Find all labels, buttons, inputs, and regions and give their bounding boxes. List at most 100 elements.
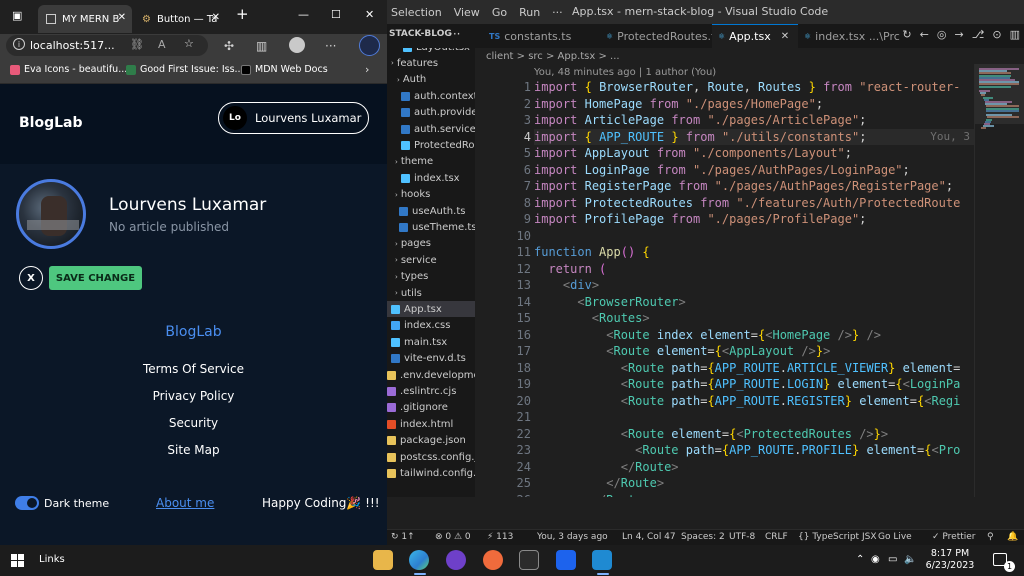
about-me-link[interactable]: About me	[156, 496, 214, 510]
code-line[interactable]: <Route element={<ProtectedRoutes />}>	[534, 426, 974, 443]
footer-link-sitemap[interactable]: Site Map	[0, 443, 387, 457]
code-line[interactable]: import ArticlePage from "./pages/Article…	[534, 112, 974, 129]
minimize-icon[interactable]: —	[298, 8, 309, 21]
footer-brand[interactable]: BlogLab	[0, 324, 387, 340]
new-tab-icon[interactable]: +	[236, 5, 249, 23]
explorer-file[interactable]: .eslintrc.cjs	[387, 383, 475, 399]
code-line[interactable]: </Routes>	[534, 492, 974, 498]
eol-status[interactable]: CRLF	[765, 532, 788, 542]
editor-tab-active[interactable]: ⚛ App.tsx ✕	[712, 24, 798, 48]
explorer-folder[interactable]: › features	[387, 55, 475, 71]
code-line[interactable]: return (	[534, 261, 974, 278]
menu-go[interactable]: Go	[492, 6, 515, 19]
language-mode[interactable]: {} TypeScript JSX	[798, 532, 876, 542]
speaker-icon[interactable]: 🔈	[904, 554, 916, 565]
more-actions-icon[interactable]: ···	[449, 27, 460, 41]
code-editor[interactable]: client > src > App.tsx > ... You, 48 min…	[475, 48, 1024, 497]
codelens-blame[interactable]: You, 48 minutes ago | 1 author (You)	[534, 67, 716, 78]
cursor-position[interactable]: Ln 4, Col 47	[622, 532, 676, 542]
code-line[interactable]: import AppLayout from "./components/Layo…	[534, 145, 974, 162]
profile-avatar[interactable]	[16, 179, 86, 249]
close-tab-icon[interactable]: ✕	[781, 31, 789, 42]
code-line[interactable]: import { APP_ROUTE } from "./utils/const…	[534, 128, 974, 145]
read-aloud-icon[interactable]: A	[158, 38, 166, 51]
code-line[interactable]: <Route path={APP_ROUTE.REGISTER} element…	[534, 393, 974, 410]
go-live-button[interactable]: Go Live	[878, 532, 912, 542]
editor-tab[interactable]: ⚛ index.tsx ...\Prc	[798, 24, 900, 48]
explorer-file[interactable]: ProtectedRout...	[387, 137, 475, 153]
close-tab-icon[interactable]: ✕	[212, 12, 220, 23]
menu-selection[interactable]: Selection	[391, 6, 450, 19]
code-line[interactable]: import ProfilePage from "./pages/Profile…	[534, 211, 974, 228]
explorer-file[interactable]: vite-env.d.ts	[387, 351, 475, 367]
favorite-item[interactable]: MDN Web Docs	[241, 64, 328, 75]
explorer-file[interactable]: auth.provider....	[387, 105, 475, 121]
code-line[interactable]: import RegisterPage from "./pages/AuthPa…	[534, 178, 974, 195]
favorite-item[interactable]: Eva Icons - beautifu...	[10, 64, 127, 75]
editor-tab[interactable]: ⚛ ProtectedRoutes.tsx	[600, 24, 728, 48]
code-line[interactable]: function App() {	[534, 244, 974, 261]
close-window-icon[interactable]: ✕	[365, 8, 374, 21]
postman-app-icon[interactable]	[483, 550, 503, 570]
footer-link-privacy[interactable]: Privacy Policy	[0, 389, 387, 403]
code-line[interactable]: import { BrowserRouter, Route, Routes } …	[534, 79, 974, 96]
code-line[interactable]: <Route path={APP_ROUTE.PROFILE} element=…	[534, 442, 974, 459]
explorer-file[interactable]: package.json	[387, 433, 475, 449]
explorer-folder[interactable]: › theme	[387, 154, 475, 170]
indentation-status[interactable]: Spaces: 2	[681, 532, 725, 542]
links-toolbar[interactable]: Links	[39, 554, 65, 565]
explorer-file[interactable]: .gitignore	[387, 400, 475, 416]
go-back-icon[interactable]: ←	[920, 28, 929, 41]
prettier-status[interactable]: ✓ Prettier	[932, 532, 976, 542]
split-editor-icon[interactable]: ▥	[1010, 28, 1020, 41]
code-line[interactable]: </Route>	[534, 475, 974, 492]
notifications-bell-icon[interactable]: 🔔	[1007, 532, 1018, 542]
explorer-file[interactable]: postcss.config.js	[387, 449, 475, 465]
explorer-file[interactable]: useAuth.ts	[387, 203, 475, 219]
info-icon[interactable]: i	[13, 38, 25, 50]
editor-tab[interactable]: TS constants.ts	[483, 24, 600, 48]
save-change-button[interactable]: SAVE CHANGE	[49, 266, 142, 290]
menu-more[interactable]: ···	[552, 6, 571, 19]
tray-app-icon[interactable]: ◉	[871, 554, 880, 565]
git-blame-status[interactable]: You, 3 days ago	[537, 532, 608, 542]
compare-icon[interactable]: ◎	[937, 28, 947, 41]
code-line[interactable]: import HomePage from "./pages/HomePage";	[534, 96, 974, 113]
github-desktop-app-icon[interactable]	[446, 550, 466, 570]
clock[interactable]: 8:17 PM 6/23/2023	[924, 548, 976, 572]
explorer-folder[interactable]: › utils	[387, 285, 475, 301]
breadcrumb[interactable]: client > src > App.tsx > ...	[486, 51, 620, 62]
explorer-folder[interactable]: › types	[387, 269, 475, 285]
code-line[interactable]: <BrowserRouter>	[534, 294, 974, 311]
favorite-star-icon[interactable]: ☆	[184, 37, 194, 50]
explorer-folder[interactable]: › pages	[387, 236, 475, 252]
code-line[interactable]: <Route index element={<HomePage />} />	[534, 327, 974, 344]
problems-status[interactable]: ⊗ 0 ⚠ 0	[435, 532, 471, 542]
edge-app-icon[interactable]	[409, 550, 429, 570]
browser-tab-active[interactable]: MY MERN B ✕	[38, 5, 132, 33]
code-line[interactable]: <Routes>	[534, 310, 974, 327]
explorer-folder[interactable]: › service	[387, 252, 475, 268]
explorer-folder[interactable]: › Auth	[387, 72, 475, 88]
user-menu-button[interactable]: Lo Lourvens Luxamar	[218, 102, 369, 134]
code-line[interactable]	[534, 228, 974, 245]
explorer-file[interactable]: App.tsx	[387, 301, 475, 318]
minimap[interactable]	[974, 64, 1024, 497]
browser-tab[interactable]: ⚙ Button — Ta ✕	[134, 5, 226, 33]
vscode-app-icon[interactable]	[592, 550, 612, 570]
close-tab-icon[interactable]: ✕	[118, 12, 126, 23]
explorer-folder[interactable]: › hooks	[387, 187, 475, 203]
code-line[interactable]: <Route path={APP_ROUTE.LOGIN} element={<…	[534, 376, 974, 393]
explorer-file[interactable]: auth.context.ts	[387, 88, 475, 104]
code-line[interactable]: import ProtectedRoutes from "./features/…	[534, 195, 974, 212]
more-options-icon[interactable]: ···	[325, 39, 336, 53]
terminal-app-icon[interactable]	[519, 550, 539, 570]
explorer-file[interactable]: tailwind.config.js	[387, 465, 475, 481]
start-button-icon[interactable]	[11, 554, 25, 568]
explorer-file[interactable]: LayOut.tsx	[387, 48, 475, 55]
copilot-icon[interactable]	[359, 35, 380, 56]
maximize-icon[interactable]: ☐	[331, 8, 341, 21]
explorer-file[interactable]: useTheme.ts	[387, 219, 475, 235]
profile-avatar-icon[interactable]	[289, 37, 305, 53]
explorer-file[interactable]: index.tsx	[387, 170, 475, 186]
